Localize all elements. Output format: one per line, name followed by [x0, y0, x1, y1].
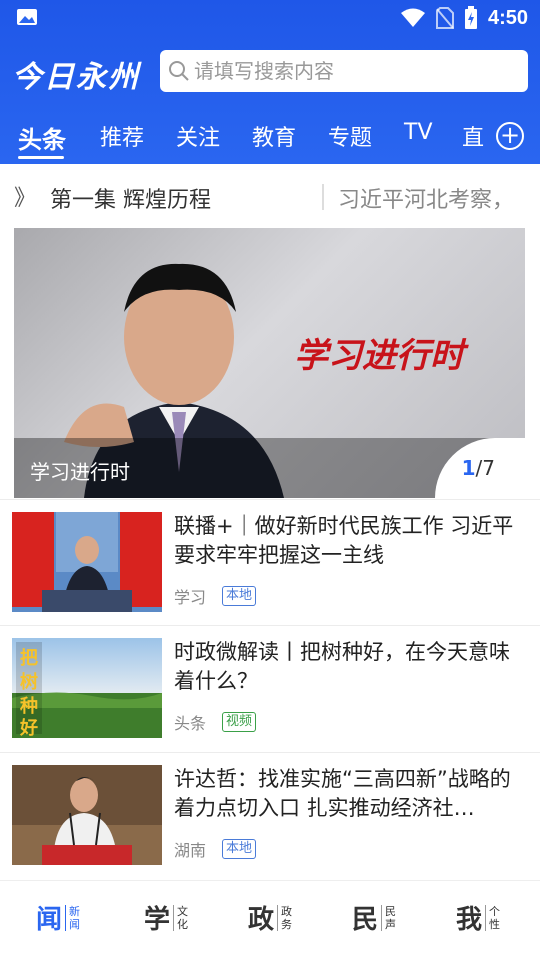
nav-government[interactable]: 政 政务: [248, 899, 292, 936]
news-item[interactable]: 把 树 种 好 时政微解读丨把树种好，在今天意味着什么？ 头条 视频: [0, 625, 540, 751]
local-badge: 本地: [222, 586, 257, 606]
clock: 4:50: [487, 6, 528, 29]
nav-me-sub: 个: [489, 904, 501, 918]
channel-tabs: 头条 推荐 关注 教育 专题 TV 直 +: [0, 112, 540, 162]
news-meta: 学习 本地: [174, 584, 257, 608]
video-badge: 视频: [222, 712, 257, 732]
nav-study-label: 学: [144, 905, 171, 935]
nav-people-label: 民: [352, 905, 379, 935]
nav-news-sub: 新: [69, 904, 81, 918]
status-bar: 4:50: [0, 0, 540, 36]
nav-news-label: 闻: [36, 905, 63, 935]
search-input[interactable]: [194, 59, 514, 83]
svg-text:把: 把: [20, 647, 38, 669]
banner-pager: 1/7: [462, 456, 495, 480]
news-source: 学习: [174, 588, 207, 607]
news-title: 联播+｜做好新时代民族工作 习近平要求牢牢把握这一主线: [174, 514, 514, 567]
tab-education[interactable]: 教育: [252, 120, 296, 152]
svg-text:树: 树: [20, 671, 38, 693]
nav-people[interactable]: 民 民声: [352, 899, 396, 936]
featured-banner[interactable]: 学习进行时 学习进行时 1/7: [14, 228, 525, 498]
tab-recommended[interactable]: 推荐: [100, 120, 144, 152]
tab-following[interactable]: 关注: [176, 120, 220, 152]
pager-total: /7: [475, 456, 495, 480]
news-meta: 湖南 本地: [174, 837, 257, 861]
app-logo: 今日永州: [12, 60, 140, 95]
active-tab-indicator: [18, 156, 64, 159]
tab-topics[interactable]: 专题: [328, 120, 372, 152]
news-source: 头条: [174, 714, 207, 733]
nav-study[interactable]: 学 文化: [144, 899, 188, 936]
banner-caption: 学习进行时: [30, 460, 130, 484]
wifi-icon: [400, 8, 425, 27]
nav-me-sub: 性: [489, 917, 501, 931]
news-item[interactable]: 许达哲：找准实施“三高四新”战略的着力点切入口 扎实推动经济社… 湖南 本地: [0, 752, 540, 878]
nav-news-sub: 闻: [69, 917, 81, 931]
pager-current: 1: [461, 456, 476, 480]
tab-live[interactable]: 直: [462, 120, 484, 152]
image-icon: [17, 9, 37, 25]
news-ticker: 》 第一集 辉煌历程 习近平河北考察，: [0, 172, 540, 222]
nav-study-sub: 化: [177, 917, 189, 931]
nav-people-sub: 民: [385, 904, 397, 918]
svg-text:种: 种: [19, 695, 38, 717]
search-bar[interactable]: [160, 50, 528, 92]
nav-me[interactable]: 我 个性: [456, 899, 500, 936]
news-title: 许达哲：找准实施“三高四新”战略的着力点切入口 扎实推动经济社…: [174, 767, 511, 820]
news-source: 湖南: [174, 841, 207, 860]
add-channel-button[interactable]: +: [496, 122, 524, 150]
news-thumbnail: 把 树 种 好: [12, 638, 162, 738]
battery-charging-icon: [464, 6, 477, 29]
bottom-navigation: 闻 新闻 学 文化 政 政务 民 民声 我 个性: [0, 880, 540, 960]
ticker-item[interactable]: 第一集 辉煌历程: [50, 182, 211, 214]
nav-government-sub: 政: [281, 904, 293, 918]
nav-study-sub: 文: [177, 904, 189, 918]
tab-headlines[interactable]: 头条: [18, 120, 66, 155]
nav-news[interactable]: 闻 新闻: [36, 899, 80, 936]
local-badge: 本地: [222, 839, 257, 859]
no-sim-icon: [435, 7, 454, 29]
banner-slogan: 学习进行时: [294, 336, 464, 376]
nav-people-sub: 声: [385, 917, 397, 931]
news-thumbnail: [12, 765, 162, 865]
news-meta: 头条 视频: [174, 710, 257, 734]
news-title: 时政微解读丨把树种好，在今天意味着什么？: [174, 640, 510, 693]
svg-text:好: 好: [19, 717, 38, 738]
nav-government-label: 政: [248, 905, 275, 935]
nav-me-label: 我: [456, 905, 483, 935]
search-icon: [169, 61, 189, 81]
header: 4:50 今日永州 头条 推荐 关注 教育 专题 TV 直 +: [0, 0, 540, 164]
ticker-divider: [322, 184, 324, 210]
news-thumbnail: [12, 512, 162, 612]
news-item[interactable]: 联播+｜做好新时代民族工作 习近平要求牢牢把握这一主线 学习 本地: [0, 499, 540, 625]
ticker-arrow-icon: 》: [14, 186, 37, 211]
nav-government-sub: 务: [281, 917, 293, 931]
tab-tv[interactable]: TV: [404, 120, 433, 145]
ticker-item[interactable]: 习近平河北考察，: [338, 182, 540, 214]
